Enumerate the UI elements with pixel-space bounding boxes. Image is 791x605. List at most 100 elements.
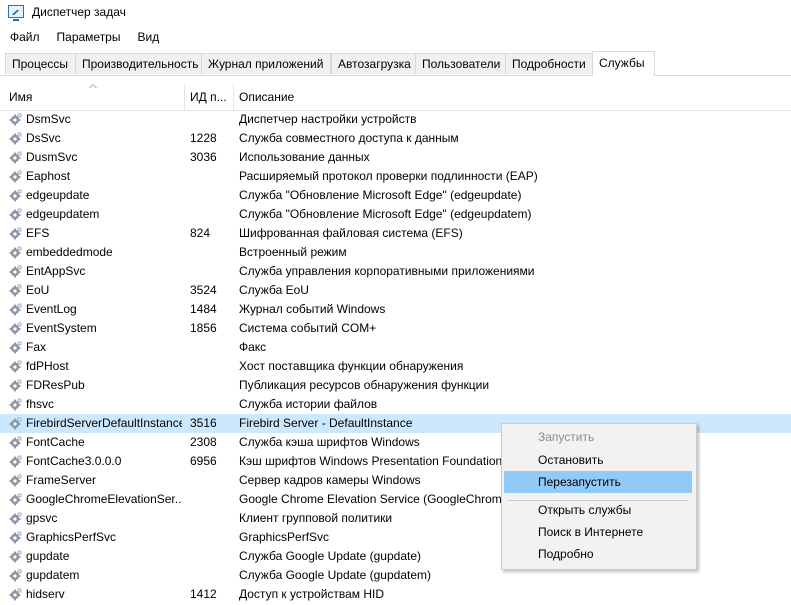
column-divider[interactable]: [184, 84, 185, 110]
service-description: Журнал событий Windows: [239, 302, 386, 316]
service-gear-icon: [9, 454, 23, 468]
menu-bar: Файл Параметры Вид: [0, 28, 166, 48]
service-name: DsmSvc: [26, 112, 71, 126]
service-description: Служба EoU: [239, 283, 309, 297]
column-name[interactable]: Имя: [9, 90, 32, 104]
service-row[interactable]: edgeupdatem Служба "Обновление Microsoft …: [0, 205, 791, 224]
column-divider[interactable]: [233, 84, 234, 110]
context-menu: Запустить Остановить Перезапустить Откры…: [501, 423, 697, 570]
service-row[interactable]: DsmSvc Диспетчер настройки устройств: [0, 110, 791, 129]
service-gear-icon: [9, 321, 23, 335]
column-description[interactable]: Описание: [239, 90, 294, 104]
menu-file[interactable]: Файл: [0, 28, 47, 48]
service-row[interactable]: Fax Факс: [0, 338, 791, 357]
menu-stop[interactable]: Остановить: [504, 449, 692, 471]
column-pid[interactable]: ИД п...: [190, 90, 227, 104]
service-name: EventLog: [26, 302, 77, 316]
service-row[interactable]: edgeupdate Служба "Обновление Microsoft E…: [0, 186, 791, 205]
service-pid: 824: [190, 226, 211, 240]
service-name: edgeupdate: [26, 188, 90, 202]
service-name: FontCache: [26, 435, 85, 449]
service-gear-icon: [9, 587, 23, 601]
service-description: Факс: [239, 340, 267, 354]
service-name: DusmSvc: [26, 150, 78, 164]
service-gear-icon: [9, 245, 23, 259]
tab-startup[interactable]: Автозагрузка: [331, 53, 417, 74]
tab-services[interactable]: Службы: [592, 51, 655, 76]
service-pid: 1228: [190, 131, 217, 145]
service-row[interactable]: embeddedmode Встроенный режим: [0, 243, 791, 262]
title-bar: Диспетчер задач: [0, 0, 791, 24]
service-row[interactable]: fdPHost Хост поставщика функции обнаружен…: [0, 357, 791, 376]
service-description: Расширяемый протокол проверки подлинност…: [239, 169, 538, 183]
service-name: DsSvc: [26, 131, 61, 145]
service-description: Служба "Обновление Microsoft Edge" (edge…: [239, 207, 532, 221]
service-pid: 2308: [190, 435, 217, 449]
service-name: gpsvc: [26, 511, 58, 525]
service-row[interactable]: EntAppSvc Служба управления корпоративным…: [0, 262, 791, 281]
service-name: FontCache3.0.0.0: [26, 454, 122, 468]
menu-options[interactable]: Параметры: [47, 28, 128, 48]
service-description: Служба истории файлов: [239, 397, 378, 411]
service-row[interactable]: DusmSvc 3036 Использование данных: [0, 148, 791, 167]
menu-restart[interactable]: Перезапустить: [504, 471, 692, 493]
service-row[interactable]: EFS 824 Шифрованная файловая система (EFS): [0, 224, 791, 243]
service-gear-icon: [9, 226, 23, 240]
service-row[interactable]: hidserv 1412 Доступ к устройствам HID: [0, 585, 791, 604]
service-gear-icon: [9, 416, 23, 430]
service-pid: 3524: [190, 283, 217, 297]
service-name: hidserv: [26, 587, 65, 601]
window-title: Диспетчер задач: [32, 5, 126, 19]
service-row[interactable]: EoU 3524 Служба EoU: [0, 281, 791, 300]
service-row[interactable]: EventSystem 1856 Система событий COM+: [0, 319, 791, 338]
service-pid: 3516: [190, 416, 217, 430]
service-row[interactable]: EventLog 1484 Журнал событий Windows: [0, 300, 791, 319]
menu-search-online[interactable]: Поиск в Интернете: [504, 521, 692, 543]
tab-users[interactable]: Пользователи: [415, 53, 507, 74]
service-gear-icon: [9, 131, 23, 145]
service-description: Публикация ресурсов обнаружения функции: [239, 378, 490, 392]
service-gear-icon: [9, 397, 23, 411]
menu-details[interactable]: Подробно: [504, 543, 692, 565]
service-row[interactable]: DsSvc 1228 Служба совместного доступа к да…: [0, 129, 791, 148]
service-name: gupdatem: [26, 568, 80, 582]
service-gear-icon: [9, 283, 23, 297]
service-row[interactable]: fhsvc Служба истории файлов: [0, 395, 791, 414]
service-name: EFS: [26, 226, 50, 240]
service-gear-icon: [9, 378, 23, 392]
service-gear-icon: [9, 150, 23, 164]
service-description: Доступ к устройствам HID: [239, 587, 385, 601]
service-row[interactable]: Eaphost Расширяемый протокол проверки под…: [0, 167, 791, 186]
service-name: Eaphost: [26, 169, 71, 183]
menu-start: Запустить: [538, 430, 595, 444]
service-description: Служба "Обновление Microsoft Edge" (edge…: [239, 188, 522, 202]
service-name: embeddedmode: [26, 245, 113, 259]
service-description: Диспетчер настройки устройств: [239, 112, 417, 126]
service-description: Система событий COM+: [239, 321, 377, 335]
service-gear-icon: [9, 530, 23, 544]
service-name: fdPHost: [26, 359, 69, 373]
menu-view[interactable]: Вид: [127, 28, 166, 48]
tab-processes[interactable]: Процессы: [5, 53, 81, 74]
tab-performance[interactable]: Производительность: [75, 53, 203, 74]
tab-details[interactable]: Подробности: [505, 53, 595, 74]
service-pid: 1484: [190, 302, 217, 316]
task-manager-icon: [8, 5, 24, 21]
service-name: FirebirdServerDefaultInstance: [26, 416, 182, 430]
service-name: EventSystem: [26, 321, 97, 335]
service-description: Хост поставщика функции обнаружения: [239, 359, 464, 373]
service-gear-icon: [9, 549, 23, 563]
sort-ascending-icon: [89, 84, 97, 88]
service-pid: 1412: [190, 587, 217, 601]
service-gear-icon: [9, 435, 23, 449]
service-gear-icon: [9, 359, 23, 373]
menu-open-services[interactable]: Открыть службы: [504, 499, 692, 521]
service-gear-icon: [9, 188, 23, 202]
service-gear-icon: [9, 568, 23, 582]
tab-app-history[interactable]: Журнал приложений: [201, 53, 331, 74]
service-gear-icon: [9, 492, 23, 506]
service-row[interactable]: FDResPub Публикация ресурсов обнаружения …: [0, 376, 791, 395]
service-gear-icon: [9, 264, 23, 278]
service-description: Встроенный режим: [239, 245, 347, 259]
service-description: Служба совместного доступа к данным: [239, 131, 459, 145]
